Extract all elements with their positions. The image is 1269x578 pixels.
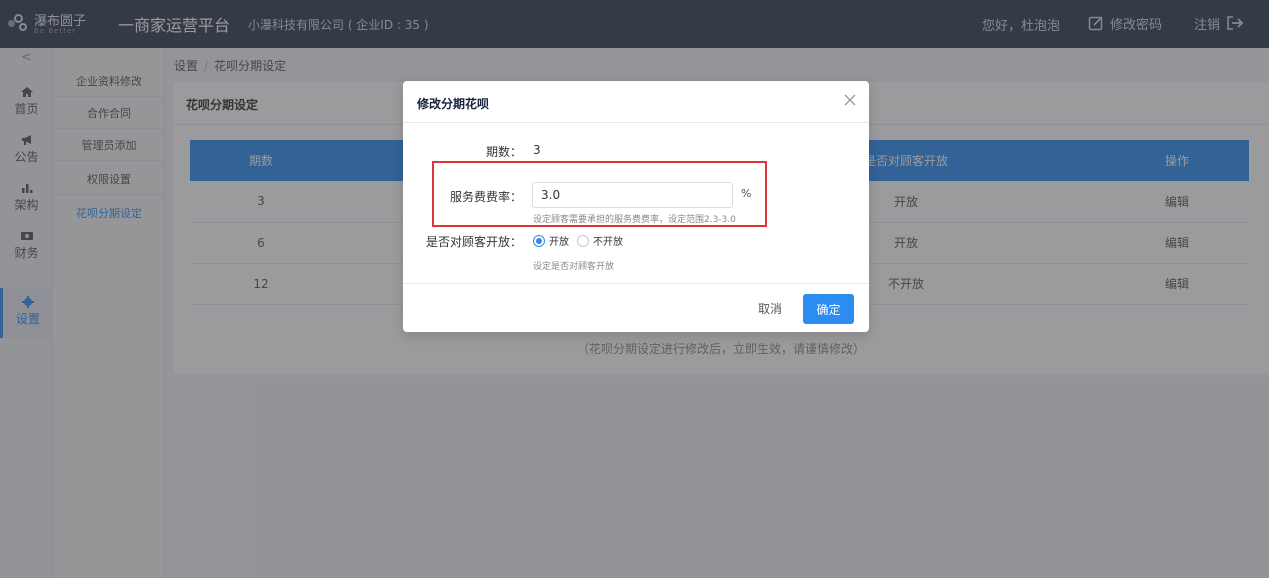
radio-closed[interactable]: 不开放 — [577, 233, 623, 248]
open-label: 是否对顾客开放： — [425, 235, 522, 249]
rate-unit: % — [741, 187, 752, 200]
ok-button[interactable]: 确定 — [803, 294, 854, 324]
close-icon[interactable] — [843, 93, 857, 107]
radio-closed-indicator — [577, 234, 589, 247]
period-value: 3 — [533, 143, 541, 157]
rate-label: 服务费费率： — [449, 190, 522, 204]
radio-open-indicator — [533, 234, 545, 247]
radio-open-label: 开放 — [549, 237, 569, 248]
rate-input[interactable] — [532, 182, 733, 208]
rate-hint: 设定顾客需要承担的服务费费率，设定范围2.3-3.0 — [533, 215, 736, 225]
cancel-button[interactable]: 取消 — [755, 296, 785, 322]
edit-installment-modal: 修改分期花呗 期数： 3 服务费费率： % 设定顾客需要承担的服务费费率，设定范… — [403, 81, 869, 332]
modal-header: 修改分期花呗 — [403, 81, 869, 123]
open-hint: 设定是否对顾客开放 — [533, 262, 615, 272]
modal-title: 修改分期花呗 — [417, 97, 490, 111]
radio-closed-label: 不开放 — [593, 237, 623, 248]
radio-open[interactable]: 开放 — [533, 233, 569, 248]
modal-footer: 取消 确定 — [403, 283, 869, 332]
period-label: 期数： — [485, 145, 522, 159]
